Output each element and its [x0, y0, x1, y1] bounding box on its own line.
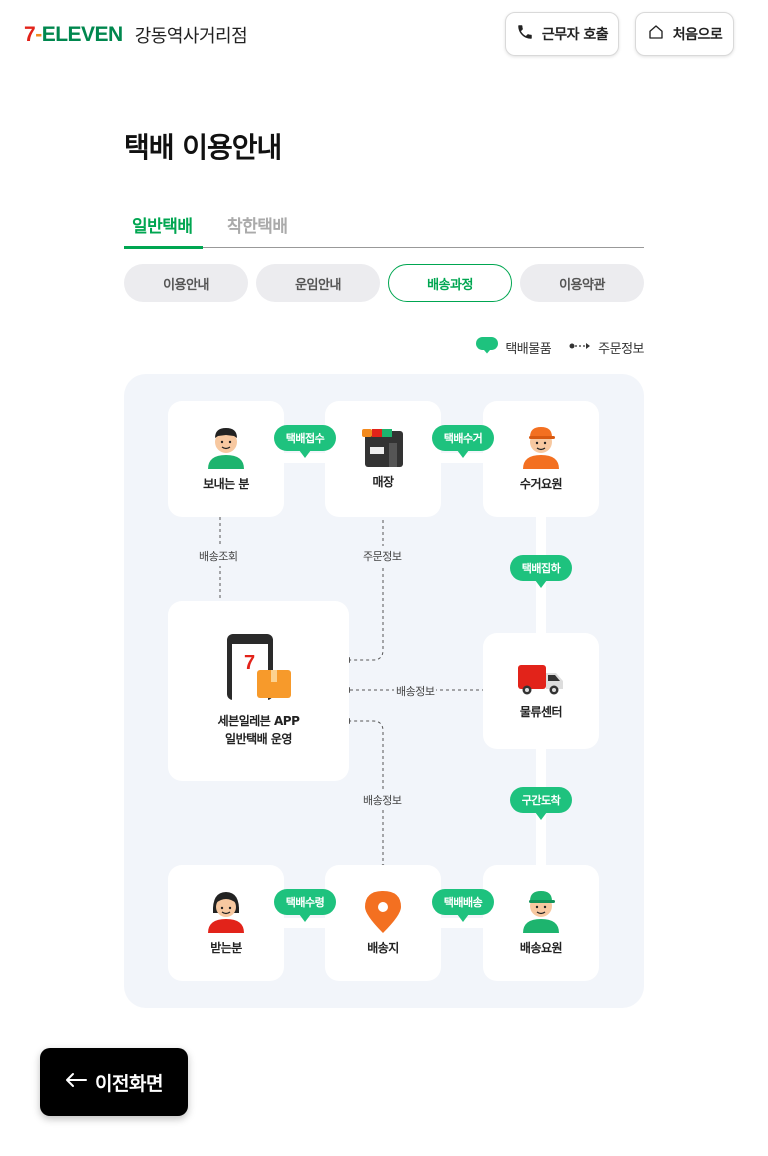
truck-icon	[518, 661, 564, 697]
step-bubble-receive: 택배수령	[274, 889, 336, 922]
step-bubble-accept: 택배접수	[274, 425, 336, 458]
legend-parcel: 택배물품	[476, 336, 552, 358]
segment-terms[interactable]: 이용약관	[520, 264, 644, 302]
store-name: 강동역사거리점	[134, 26, 248, 47]
location-pin-icon	[363, 889, 403, 933]
edge-label-tracking: 배송조회	[197, 546, 240, 566]
node-destination: 배송지	[325, 865, 441, 981]
tab-general-parcel[interactable]: 일반택배	[132, 212, 193, 237]
phone-app-icon: 7	[225, 634, 293, 700]
parcel-bubble-icon	[476, 336, 499, 358]
node-seven-eleven-app: 7 세븐일레븐 APP 일반택배 운영	[168, 601, 349, 781]
store-building-icon	[361, 427, 405, 467]
edge-label-order-info: 주문정보	[361, 546, 404, 566]
delivery-process-diagram: 보내는 분 매장 수거요원 7 세븐일레븐 APP 일반택배 운영 물류센터 받는…	[124, 374, 644, 1008]
segment-fare-guide[interactable]: 운임안내	[256, 264, 380, 302]
node-courier: 배송요원	[483, 865, 599, 981]
node-sender: 보내는 분	[168, 401, 284, 517]
collector-person-icon	[521, 425, 561, 469]
sender-person-icon	[206, 425, 246, 469]
tab-bar: 일반택배 착한택배	[124, 208, 644, 249]
home-button[interactable]: 처음으로	[635, 12, 734, 56]
home-label: 처음으로	[672, 27, 723, 43]
phone-icon	[516, 23, 534, 45]
node-store: 매장	[325, 401, 441, 517]
step-bubble-arrive: 구간도착	[510, 787, 572, 820]
page-title: 택배 이용안내	[124, 131, 282, 164]
seven-eleven-logo: 7-ELEVEN	[24, 23, 123, 46]
dotted-arrow-icon	[569, 340, 591, 355]
courier-person-icon	[521, 889, 561, 933]
step-bubble-ship: 택배집하	[510, 555, 572, 588]
node-logistics-center: 물류센터	[483, 633, 599, 749]
step-bubble-deliver: 택배배송	[432, 889, 494, 922]
call-staff-label: 근무자 호출	[541, 27, 609, 43]
segment-delivery-process[interactable]: 배송과정	[388, 264, 512, 302]
node-collector: 수거요원	[483, 401, 599, 517]
segment-usage-guide[interactable]: 이용안내	[124, 264, 248, 302]
edge-label-delivery-info-bottom: 배송정보	[361, 790, 404, 810]
step-bubble-collect: 택배수거	[432, 425, 494, 458]
active-tab-indicator	[124, 246, 203, 249]
back-button-label: 이전화면	[95, 1072, 163, 1095]
edge-label-delivery-info: 배송정보	[394, 681, 437, 701]
svg-text:7: 7	[244, 652, 255, 674]
node-receiver: 받는분	[168, 865, 284, 981]
home-icon	[647, 23, 665, 45]
receiver-person-icon	[206, 889, 246, 933]
legend-order-info: 주문정보	[569, 338, 644, 357]
tab-good-parcel[interactable]: 착한택배	[227, 212, 288, 237]
arrow-left-icon	[65, 1071, 88, 1093]
call-staff-button[interactable]: 근무자 호출	[505, 12, 619, 56]
brand: 7-ELEVEN 강동역사거리점	[24, 22, 248, 48]
app-label: 세븐일레븐 APP 일반택배 운영	[217, 714, 300, 746]
back-button[interactable]: 이전화면	[40, 1048, 188, 1116]
diagram-legend: 택배물품 주문정보	[476, 336, 644, 358]
